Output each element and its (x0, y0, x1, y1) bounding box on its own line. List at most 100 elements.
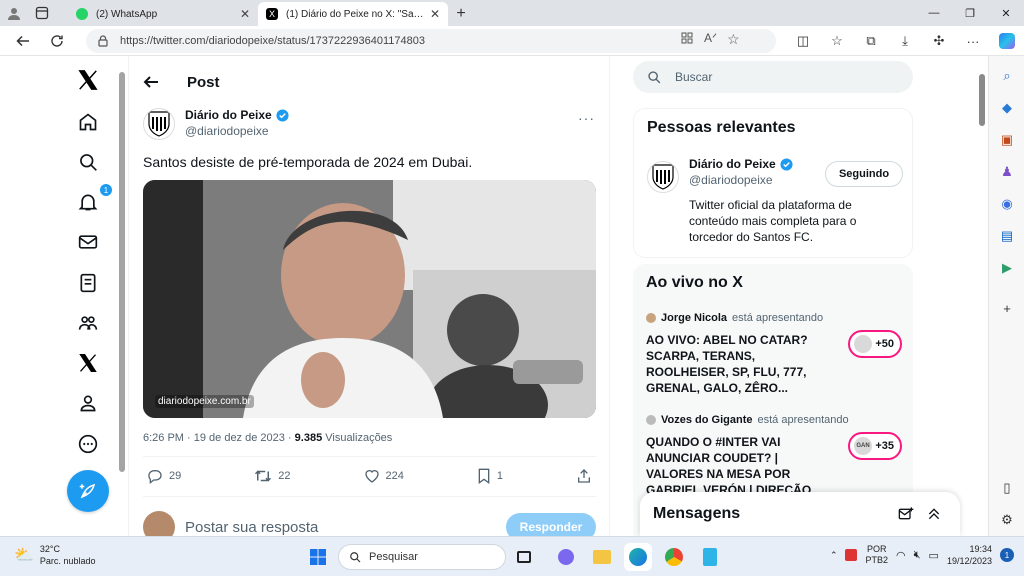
chrome-icon[interactable] (660, 543, 688, 571)
read-aloud-icon[interactable]: Aᐟ (704, 31, 717, 50)
teams-chat-icon[interactable] (552, 543, 580, 571)
like-button[interactable]: 224 (364, 468, 404, 484)
x-logo-icon[interactable] (72, 64, 104, 96)
favorites-icon[interactable]: ☆ (820, 30, 854, 52)
more-options-icon[interactable] (72, 428, 104, 460)
partly-cloudy-icon: ⛅ (14, 547, 34, 564)
maximize-button[interactable]: ❐ (952, 0, 988, 26)
show-hidden-icons-chevron-icon[interactable]: ⌃ (830, 550, 838, 561)
tab-title: (2) WhatsApp (96, 8, 158, 20)
share-button[interactable] (576, 468, 592, 484)
tab-twitter-post[interactable]: X (1) Diário do Peixe no X: "Santos ✕ (258, 2, 448, 26)
user-avatar[interactable] (143, 511, 175, 536)
split-screen-icon[interactable]: ◫ (786, 30, 820, 52)
app-available-icon[interactable] (680, 31, 694, 50)
bookmark-button[interactable]: 1 (477, 468, 503, 484)
reply-button[interactable]: 29 (147, 468, 181, 484)
post-image[interactable]: diariodopeixe.com.br (143, 180, 596, 418)
back-button[interactable] (6, 26, 40, 56)
speaker-muted-icon[interactable]: 🔇︎ (914, 549, 921, 562)
shopping-tag-icon[interactable]: ◆ (989, 92, 1024, 124)
following-button[interactable]: Seguindo (825, 161, 903, 187)
whatsapp-icon (76, 8, 88, 20)
new-tab-button[interactable]: + (448, 2, 474, 26)
post-author[interactable]: Diário do Peixe @diariodopeixe (143, 108, 289, 140)
minimize-button[interactable]: — (916, 0, 952, 26)
lists-icon[interactable] (72, 267, 104, 299)
back-arrow-icon[interactable] (129, 74, 173, 90)
notification-count-badge[interactable]: 1 (1000, 548, 1014, 562)
person-handle[interactable]: @diariodopeixe (689, 173, 793, 187)
explore-search-icon[interactable] (72, 146, 104, 178)
drop-icon[interactable]: ▶ (989, 252, 1024, 284)
taskbar-search[interactable]: Pesquisar (338, 544, 506, 570)
santos-crest-avatar[interactable] (647, 161, 679, 193)
profile-icon[interactable] (72, 387, 104, 419)
battery-icon[interactable]: ▭ (929, 549, 939, 562)
live-title: QUANDO O #INTER VAI ANUNCIAR COUDET? | V… (646, 435, 812, 497)
address-bar[interactable]: https://twitter.com/diariodopeixe/status… (86, 29, 776, 53)
favorite-star-icon[interactable]: ☆ (727, 31, 740, 50)
windows-start-icon[interactable] (304, 543, 332, 571)
file-explorer-icon[interactable] (588, 543, 616, 571)
copilot-icon[interactable] (990, 30, 1024, 52)
downloads-icon[interactable]: ⤓ (888, 30, 922, 52)
author-name[interactable]: Diário do Peixe (185, 108, 272, 122)
santos-crest-avatar[interactable] (143, 108, 175, 140)
reply-input[interactable]: Postar sua resposta (185, 519, 506, 536)
refresh-button[interactable] (40, 26, 74, 56)
extensions-icon[interactable]: ✣ (922, 30, 956, 52)
add-icon[interactable]: + (989, 292, 1024, 324)
more-menu-icon[interactable]: ··· (956, 30, 990, 52)
app-tray-icon[interactable] (845, 549, 858, 561)
more-options-icon[interactable]: ··· (578, 110, 595, 126)
microsoft365-icon[interactable]: ◉ (989, 188, 1024, 220)
messages-envelope-icon[interactable] (72, 226, 104, 258)
language-indicator[interactable]: POR PTB2 (865, 544, 888, 566)
collections-icon[interactable]: ⧉ (854, 30, 888, 52)
close-window-button[interactable]: ✕ (988, 0, 1024, 26)
windows-taskbar: ⛅ 32°C Parc. nublado Pesquisar ⌃ POR PTB… (0, 536, 1024, 576)
listeners-pill[interactable]: GAN +35 (848, 432, 902, 460)
listeners-pill[interactable]: +50 (848, 330, 902, 358)
notepad-icon[interactable] (696, 543, 724, 571)
clock[interactable]: 19:34 19/12/2023 (947, 543, 992, 567)
home-icon[interactable] (72, 106, 104, 138)
weather-widget[interactable]: ⛅ 32°C Parc. nublado (14, 543, 95, 567)
outlook-icon[interactable]: ▤ (989, 220, 1024, 252)
tab-whatsapp[interactable]: (2) WhatsApp ✕ (68, 2, 258, 26)
communities-icon[interactable] (72, 307, 104, 339)
post-timestamp[interactable]: 6:26 PM · 19 de dez de 2023 · (143, 432, 295, 444)
games-icon[interactable]: ♟ (989, 156, 1024, 188)
listener-count: +50 (875, 338, 894, 350)
search-icon[interactable]: ⌕ (989, 60, 1024, 92)
expand-chevron-icon[interactable] (920, 506, 948, 522)
task-view-icon[interactable] (510, 543, 538, 571)
compose-post-button[interactable] (67, 470, 109, 512)
divider (143, 496, 596, 497)
person-name[interactable]: Diário do Peixe (689, 157, 776, 171)
messages-drawer[interactable]: Mensagens (640, 492, 960, 536)
live-space-item[interactable]: Jorge Nicola está apresentando AO VIVO: A… (646, 312, 902, 396)
edge-browser-icon[interactable] (624, 543, 652, 571)
profile-icon[interactable] (0, 0, 28, 26)
tools-icon[interactable]: ▣ (989, 124, 1024, 156)
new-message-icon[interactable] (892, 506, 920, 522)
premium-x-icon[interactable] (72, 347, 104, 379)
live-space-item[interactable]: Vozes do Gigante está apresentando QUANDO… (646, 414, 902, 498)
close-tab-icon[interactable]: ✕ (430, 7, 440, 21)
close-tab-icon[interactable]: ✕ (240, 7, 250, 21)
window-controls: — ❐ ✕ (916, 0, 1024, 26)
sidebar-layout-icon[interactable]: ▯ (989, 472, 1024, 504)
notifications-bell-icon[interactable]: 1 (72, 184, 112, 218)
wifi-icon[interactable]: ◠ (896, 549, 906, 562)
search-input[interactable]: Buscar (633, 61, 913, 93)
author-handle[interactable]: @diariodopeixe (185, 124, 289, 138)
settings-gear-icon[interactable]: ⚙ (989, 504, 1024, 536)
repost-button[interactable]: 22 (254, 468, 291, 484)
page-scrollbar[interactable] (976, 56, 988, 536)
nav-scrollbar[interactable] (119, 72, 125, 472)
tab-actions-icon[interactable] (28, 0, 56, 26)
browser-toolbar: https://twitter.com/diariodopeixe/status… (0, 26, 1024, 56)
reply-submit-button[interactable]: Responder (506, 513, 596, 536)
